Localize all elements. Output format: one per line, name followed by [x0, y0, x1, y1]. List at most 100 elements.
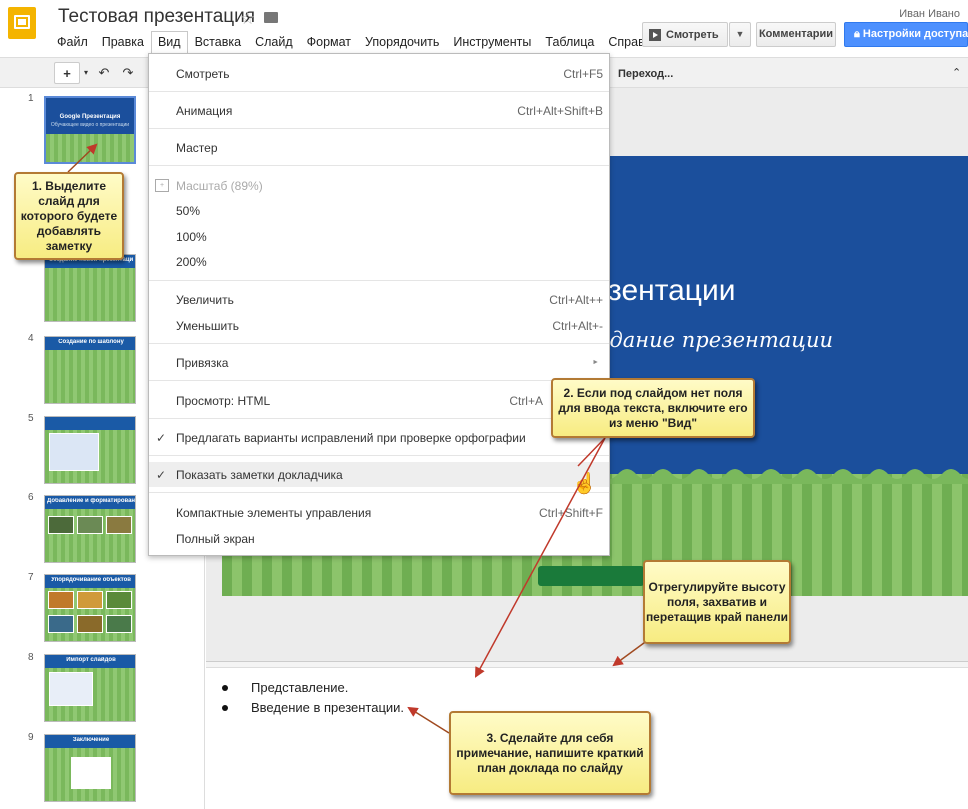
thumb-image	[106, 615, 132, 633]
collapse-icon[interactable]: ⌃	[952, 62, 961, 84]
menu-item-compact-controls[interactable]: Компактные элементы управления	[176, 506, 371, 520]
menu-item-zoom: Масштаб (89%)	[176, 179, 263, 193]
slide-subtitle[interactable]: здание презентации	[598, 328, 833, 352]
callout-write-notes: 3. Сделайте для себя примечание, напишит…	[449, 711, 651, 795]
slide-thumb-caption: Упорядочивание объектов	[51, 577, 131, 583]
share-button[interactable]: 🔒︎ Настройки доступа	[844, 22, 968, 47]
menu-slide[interactable]: Слайд	[248, 31, 300, 53]
slide-number: 1	[28, 93, 34, 104]
star-icon[interactable]: ☆	[240, 9, 255, 29]
slide-thumbnail-4[interactable]: Создание по шаблону	[44, 336, 136, 404]
thumb-image	[48, 516, 74, 534]
menu-separator	[149, 280, 609, 281]
slide-thumbnail-9[interactable]: Заключение	[44, 734, 136, 802]
menu-shortcut: Ctrl+F5	[563, 67, 603, 81]
menu-file[interactable]: Файл	[50, 31, 95, 53]
menu-separator	[149, 418, 609, 419]
undo-icon[interactable]: ↶	[96, 62, 112, 84]
notes-line[interactable]: Представление.	[222, 680, 348, 695]
menu-shortcut: Ctrl+Alt++	[549, 293, 603, 307]
menu-item-html-view[interactable]: Просмотр: HTML	[176, 394, 270, 408]
thumb-banner: Добавление и форматирование объектов	[45, 496, 135, 509]
menu-shortcut: Ctrl+Alt+Shift+B	[517, 104, 603, 118]
user-name[interactable]: Иван Ивано	[899, 8, 960, 20]
menu-item-master[interactable]: Мастер	[176, 141, 218, 155]
menu-item-zoom-in[interactable]: Увеличить	[176, 293, 234, 307]
slide-thumbnail-1[interactable]: Google Презентация Обучающее видео о пре…	[44, 96, 136, 164]
menu-separator	[149, 380, 609, 381]
document-title[interactable]: Тестовая презентация	[58, 6, 255, 28]
menu-shortcut: Ctrl+Shift+F	[538, 506, 603, 520]
thumb-image	[49, 433, 99, 471]
thumb-image	[77, 591, 103, 609]
notes-line-text: Представление.	[251, 680, 349, 695]
comments-button[interactable]: Комментарии	[756, 22, 836, 47]
new-slide-button[interactable]: +	[54, 62, 80, 84]
thumb-image	[48, 615, 74, 633]
menu-insert[interactable]: Вставка	[188, 31, 248, 53]
menu-item-animation[interactable]: Анимация	[176, 104, 232, 118]
callout-select-slide: 1. Выделите слайд для которого будете до…	[14, 172, 124, 260]
slide-thumbnail-3[interactable]: Создание новой презентаци	[44, 254, 136, 322]
folder-icon[interactable]	[264, 12, 278, 23]
menu-bar: Файл Правка Вид Вставка Слайд Формат Упо…	[50, 31, 664, 53]
slide-thumbnail-6[interactable]: Добавление и форматирование объектов	[44, 495, 136, 563]
menu-item-spelling[interactable]: Предлагать варианты исправлений при пров…	[176, 431, 526, 445]
thumb-image	[106, 591, 132, 609]
slide-number: 4	[28, 333, 34, 344]
thumb-body	[45, 350, 135, 403]
thumb-banner: Упорядочивание объектов	[45, 575, 135, 588]
lock-icon: 🔒︎	[854, 28, 863, 40]
checkmark-icon: ✓	[156, 431, 167, 445]
menu-tools[interactable]: Инструменты	[446, 31, 538, 53]
menu-shortcut: Ctrl+A	[509, 394, 543, 408]
thumb-image	[49, 672, 93, 706]
present-button[interactable]: Смотреть	[642, 22, 728, 47]
slide-thumb-caption: Создание по шаблону	[58, 339, 124, 345]
zoom-icon: +	[155, 179, 169, 192]
thumb-banner	[45, 417, 135, 430]
slides-logo-icon[interactable]	[8, 7, 36, 39]
present-options-button[interactable]: ▼	[729, 22, 751, 47]
menu-item-zoom-50[interactable]: 50%	[176, 204, 200, 218]
menu-table[interactable]: Таблица	[538, 31, 601, 53]
thumb-body	[45, 268, 135, 321]
slide-thumbnail-5[interactable]	[44, 416, 136, 484]
menu-item-zoom-200[interactable]: 200%	[176, 255, 207, 269]
hand-cursor-icon: ☝	[572, 473, 598, 496]
new-slide-dropdown-icon[interactable]: ▾	[80, 62, 92, 84]
view-menu-dropdown: Смотреть Ctrl+F5 Анимация Ctrl+Alt+Shift…	[148, 53, 610, 556]
slide-thumb-subtitle: Обучающее видео о презентации	[50, 122, 130, 128]
callout-resize-notes: Отрегулируйте высоту поля, захватив и пе…	[643, 560, 791, 644]
checkmark-icon: ✓	[156, 468, 167, 482]
menu-separator	[149, 455, 609, 456]
menu-item-zoom-100[interactable]: 100%	[176, 230, 207, 244]
menu-item-snap[interactable]: Привязка	[176, 356, 228, 370]
menu-item-present[interactable]: Смотреть	[176, 67, 230, 81]
chevron-down-icon: ▼	[735, 29, 745, 39]
menu-item-fullscreen[interactable]: Полный экран	[176, 532, 255, 546]
notes-resize-handle[interactable]	[206, 661, 968, 668]
menu-view[interactable]: Вид	[150, 31, 188, 53]
menu-edit[interactable]: Правка	[95, 31, 151, 53]
slide-number: 8	[28, 652, 34, 663]
slide-thumbnail-8[interactable]: Импорт слайдов	[44, 654, 136, 722]
menu-format[interactable]: Формат	[300, 31, 358, 53]
redo-icon[interactable]: ↷	[120, 62, 136, 84]
goto-link[interactable]: Переход...	[618, 63, 673, 85]
slide-thumbnail-7[interactable]: Упорядочивание объектов	[44, 574, 136, 642]
menu-arrange[interactable]: Упорядочить	[358, 31, 446, 53]
menu-item-speaker-notes[interactable]: Показать заметки докладчика	[176, 468, 343, 482]
slide-title[interactable]: езентации	[592, 274, 735, 308]
slide-number: 6	[28, 492, 34, 503]
notes-line[interactable]: Введение в презентации.	[222, 700, 404, 715]
thumb-image	[77, 615, 103, 633]
menu-separator	[149, 128, 609, 129]
slide-number: 7	[28, 572, 34, 583]
slide-thumb-caption: Импорт слайдов	[66, 657, 116, 663]
thumb-banner: Заключение	[45, 735, 135, 748]
menu-separator	[149, 492, 609, 493]
menu-item-zoom-out[interactable]: Уменьшить	[176, 319, 239, 333]
slide-thumb-caption: Добавление и форматирование объектов	[47, 498, 135, 504]
slide-number: 9	[28, 732, 34, 743]
